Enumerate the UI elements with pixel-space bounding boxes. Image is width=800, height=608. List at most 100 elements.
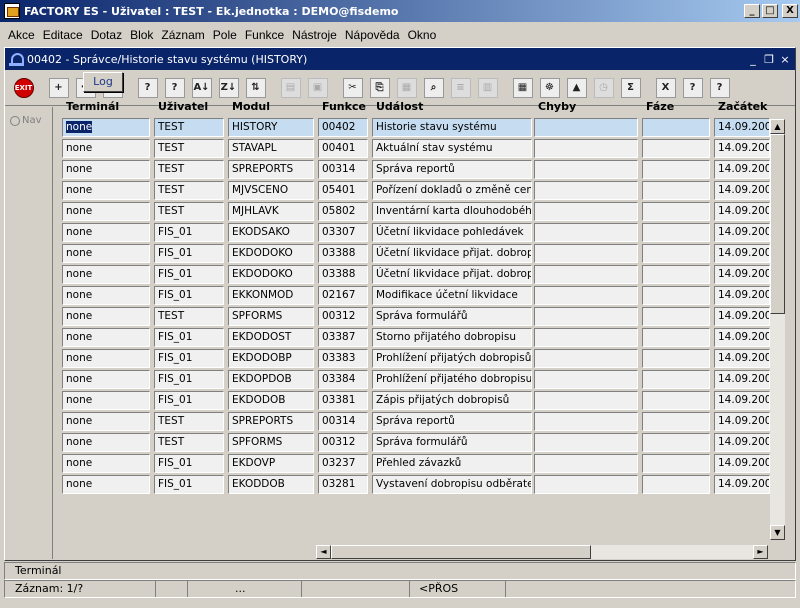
cell-6[interactable] — [642, 181, 710, 200]
cell-5[interactable] — [534, 433, 638, 452]
scroll-right-button[interactable]: ► — [753, 545, 768, 559]
cell-6[interactable] — [642, 202, 710, 221]
cell-5[interactable] — [534, 475, 638, 494]
mountain-button[interactable]: ▲ — [564, 75, 589, 100]
cell-3[interactable]: 00402 — [318, 118, 368, 137]
cell-4[interactable]: Aktuální stav systému — [372, 139, 532, 158]
cell-5[interactable] — [534, 328, 638, 347]
cell-1[interactable]: FIS_01 — [154, 454, 224, 473]
cell-7[interactable]: 14.09.2005 — [714, 265, 770, 284]
minimize-button[interactable]: _ — [744, 4, 760, 18]
cell-5[interactable] — [534, 412, 638, 431]
cell-1[interactable]: FIS_01 — [154, 223, 224, 242]
cell-7[interactable]: 14.09.2005 — [714, 391, 770, 410]
cell-0[interactable]: none — [62, 454, 150, 473]
cell-2[interactable]: EKDOPDOB — [228, 370, 314, 389]
cell-5[interactable] — [534, 244, 638, 263]
cell-0[interactable]: none — [62, 181, 150, 200]
cell-2[interactable]: SPFORMS — [228, 307, 314, 326]
cell-5[interactable] — [534, 370, 638, 389]
scroll-down-button[interactable]: ▼ — [770, 525, 785, 540]
cell-1[interactable]: FIS_01 — [154, 391, 224, 410]
cell-3[interactable]: 03281 — [318, 475, 368, 494]
cell-1[interactable]: TEST — [154, 181, 224, 200]
cell-6[interactable] — [642, 223, 710, 242]
cell-2[interactable]: EKODSAKO — [228, 223, 314, 242]
sort-descending-button[interactable]: Z↓ — [216, 75, 241, 100]
cell-0[interactable]: none — [62, 118, 150, 137]
cell-5[interactable] — [534, 223, 638, 242]
cell-5[interactable] — [534, 139, 638, 158]
menu-item-1[interactable]: Editace — [39, 28, 87, 42]
context-help-button[interactable]: ? — [707, 75, 732, 100]
nav-radio[interactable]: Nav — [10, 115, 42, 126]
cell-0[interactable]: none — [62, 370, 150, 389]
cell-2[interactable]: MJHLAVK — [228, 202, 314, 221]
form-minimize-button[interactable]: _ — [747, 53, 759, 66]
cell-2[interactable]: EKDODOKO — [228, 265, 314, 284]
cell-7[interactable]: 14.09.2005 — [714, 412, 770, 431]
menu-item-3[interactable]: Blok — [126, 28, 157, 42]
cell-6[interactable] — [642, 391, 710, 410]
cell-3[interactable]: 00401 — [318, 139, 368, 158]
cell-6[interactable] — [642, 286, 710, 305]
cell-1[interactable]: FIS_01 — [154, 349, 224, 368]
cell-3[interactable]: 02167 — [318, 286, 368, 305]
cell-3[interactable]: 03383 — [318, 349, 368, 368]
cell-4[interactable]: Správa reportů — [372, 412, 532, 431]
cell-0[interactable]: none — [62, 223, 150, 242]
form-close-button[interactable]: × — [779, 53, 791, 66]
cell-4[interactable]: Historie stavu systému — [372, 118, 532, 137]
menu-item-4[interactable]: Záznam — [157, 28, 208, 42]
log-button[interactable]: Log — [83, 72, 123, 92]
cell-3[interactable]: 03387 — [318, 328, 368, 347]
cell-2[interactable]: SPREPORTS — [228, 160, 314, 179]
cell-5[interactable] — [534, 286, 638, 305]
cell-4[interactable]: Pořízení dokladů o změně ceny — [372, 181, 532, 200]
cell-4[interactable]: Přehled závazků — [372, 454, 532, 473]
cell-1[interactable]: TEST — [154, 307, 224, 326]
cell-1[interactable]: TEST — [154, 139, 224, 158]
excel-button[interactable]: X — [653, 75, 678, 100]
menu-item-5[interactable]: Pole — [209, 28, 241, 42]
cut-button[interactable]: ✂ — [340, 75, 365, 100]
cell-1[interactable]: FIS_01 — [154, 328, 224, 347]
cell-7[interactable]: 14.09.2005 — [714, 370, 770, 389]
cell-4[interactable]: Účetní likvidace pohledávek — [372, 223, 532, 242]
cell-6[interactable] — [642, 475, 710, 494]
copy-button[interactable]: ⎘ — [367, 75, 392, 100]
cell-7[interactable]: 14.09.2005 — [714, 181, 770, 200]
cell-3[interactable]: 00314 — [318, 160, 368, 179]
cell-7[interactable]: 14.09.2005 — [714, 202, 770, 221]
cell-5[interactable] — [534, 391, 638, 410]
cell-6[interactable] — [642, 139, 710, 158]
cell-6[interactable] — [642, 160, 710, 179]
cell-1[interactable]: TEST — [154, 433, 224, 452]
vertical-scroll-thumb[interactable] — [770, 134, 785, 314]
cell-7[interactable]: 14.09.2005 — [714, 454, 770, 473]
cell-6[interactable] — [642, 349, 710, 368]
cell-6[interactable] — [642, 370, 710, 389]
cell-0[interactable]: none — [62, 286, 150, 305]
cell-3[interactable]: 00312 — [318, 433, 368, 452]
cell-0[interactable]: none — [62, 391, 150, 410]
cell-4[interactable]: Účetní likvidace přijat. dobropisu — [372, 244, 532, 263]
cell-1[interactable]: FIS_01 — [154, 265, 224, 284]
cell-1[interactable]: FIS_01 — [154, 475, 224, 494]
cell-6[interactable] — [642, 118, 710, 137]
cell-0[interactable]: none — [62, 139, 150, 158]
calculator-button[interactable]: ▦ — [510, 75, 535, 100]
cell-2[interactable]: SPFORMS — [228, 433, 314, 452]
cell-1[interactable]: TEST — [154, 202, 224, 221]
cell-7[interactable]: 14.09.2005 — [714, 118, 770, 137]
cell-3[interactable]: 03307 — [318, 223, 368, 242]
exit-button[interactable]: EXIT — [11, 75, 36, 100]
cell-2[interactable]: HISTORY — [228, 118, 314, 137]
cell-5[interactable] — [534, 349, 638, 368]
cell-3[interactable]: 05401 — [318, 181, 368, 200]
cell-6[interactable] — [642, 244, 710, 263]
navigation-wheel-button[interactable]: ☸ — [537, 75, 562, 100]
cell-1[interactable]: TEST — [154, 412, 224, 431]
cell-2[interactable]: EKODDOB — [228, 475, 314, 494]
cell-5[interactable] — [534, 202, 638, 221]
